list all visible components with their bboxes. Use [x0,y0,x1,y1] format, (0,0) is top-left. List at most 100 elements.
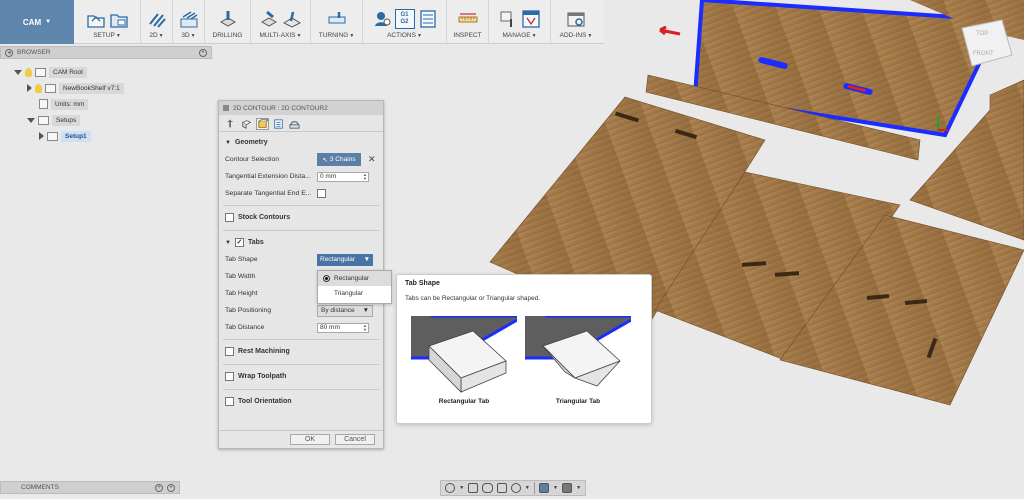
clear-selection-icon[interactable]: ✕ [368,154,376,165]
tangential-extension-input[interactable]: 0 mm ▲ ▼ [317,171,369,182]
geometry-heading: Geometry [234,139,268,146]
look-at-icon[interactable] [468,483,479,493]
pin-icon[interactable]: • [167,483,175,492]
cancel-button[interactable]: Cancel [335,434,375,445]
add-comment-icon[interactable]: + [155,483,163,492]
multi-axis-group[interactable]: MULTI-AXIS▼ [251,0,311,43]
radio-selected-icon [323,275,330,282]
spinner-icon[interactable]: ▲ ▼ [363,323,367,332]
2d-group[interactable]: 2D▼ [141,0,173,43]
viewcube-front: FRONT [973,51,994,57]
setups-folder-icon [38,115,49,125]
tab-distance-input[interactable]: 80 mm ▲ ▼ [317,322,369,333]
simulate-icon[interactable] [372,9,392,29]
tabs-section-header[interactable]: ▼ ✓ Tabs [219,234,383,251]
chevron-down-icon[interactable]: ▼ [553,485,558,491]
orbit-icon[interactable] [445,483,456,493]
tree-units[interactable]: Units: mm [39,97,89,111]
option-rectangular-label: Rectangular [334,275,370,282]
tree-setups[interactable]: Setups [27,113,81,127]
chevron-down-icon: ▼ [45,19,52,25]
passes-tab-icon[interactable] [272,118,285,130]
expand-icon[interactable] [39,132,44,140]
cam-root-label: CAM Root [49,66,87,78]
tab-positioning-dropdown[interactable]: By distance ▼ [317,304,373,317]
tab-shape-options: Rectangular Triangular [317,270,392,304]
drilling-label: DRILLING [212,32,243,39]
tangential-extension-row: Tangential Extension Dista... 0 mm ▲ ▼ [219,168,383,185]
rest-machining-checkbox[interactable] [225,347,234,356]
tab-positioning-row: Tab Positioning By distance ▼ [219,302,383,319]
pin-icon[interactable]: • [199,48,207,57]
heights-tab-icon[interactable] [256,118,269,130]
option-rectangular[interactable]: Rectangular [318,271,391,286]
expand-icon[interactable] [27,117,35,123]
2d-contour-icon[interactable] [147,9,167,29]
tool-orientation-section[interactable]: Tool Orientation [219,393,383,410]
pan-hand-icon[interactable] [482,483,493,493]
geometry-section-header[interactable]: ▼ Geometry [219,134,383,151]
tab-shape-dropdown[interactable]: Rectangular ▼ [317,253,373,266]
contour-selection-button[interactable]: ↖ 3 Chains [317,153,361,166]
setup-label: SETUP [93,32,115,39]
grid-settings-icon[interactable] [561,483,573,493]
tab-shape-value: Rectangular [320,256,356,263]
tangential-extension-value: 0 mm [320,173,337,180]
new-setup-icon[interactable] [86,9,106,29]
divider [533,482,535,494]
comments-panel-header[interactable]: COMMENTS + • [0,481,180,494]
drilling-group[interactable]: DRILLING [205,0,251,43]
chevron-down-icon[interactable]: ▼ [576,485,581,491]
tree-cam-root[interactable]: CAM Root [14,65,87,79]
turning-group[interactable]: TURNING▼ [311,0,363,43]
3d-adaptive-icon[interactable] [179,9,199,29]
tool-tab-icon[interactable] [224,118,237,130]
tree-setup1[interactable]: Setup1 [39,129,91,143]
tabs-checkbox[interactable]: ✓ [234,238,244,247]
3d-viewport[interactable]: TOP FRONT [390,0,1024,499]
turning-icon[interactable] [327,9,347,29]
browser-header[interactable]: ◂ BROWSER • [0,46,212,59]
setup-folder-icon[interactable] [109,9,129,29]
zoom-icon[interactable] [510,483,521,493]
contour-selection-label: Contour Selection [225,156,280,163]
tool-orientation-checkbox[interactable] [225,397,234,406]
stock-contours-section[interactable]: Stock Contours [219,209,383,226]
swarf-icon[interactable] [282,9,302,29]
visibility-bulb-icon[interactable] [35,83,42,93]
3d-group[interactable]: 3D▼ [173,0,205,43]
tooltip-title: Tab Shape [405,280,440,287]
dialog-title-bar[interactable]: 2D CONTOUR : 2D CONTOUR2 [219,101,383,115]
visibility-bulb-icon[interactable] [25,67,32,77]
wrap-toolpath-section[interactable]: Wrap Toolpath [219,368,383,385]
display-settings-icon[interactable] [538,483,549,493]
setup-group[interactable]: SETUP▼ [74,0,141,43]
stock-contours-label: Stock Contours [238,214,291,221]
option-triangular[interactable]: Triangular [318,286,391,301]
expand-icon[interactable] [14,69,22,75]
tree-model[interactable]: NewBookShelf v7:1 [27,81,124,95]
stock-contours-checkbox[interactable] [225,213,234,222]
workspace-switcher-button[interactable]: CAM ▼ [0,0,74,44]
ok-button[interactable]: OK [290,434,330,445]
bookshelf-parts-render: TOP FRONT [489,0,1024,406]
tab-distance-value: 80 mm [320,324,340,331]
linking-tab-icon[interactable] [288,118,301,130]
tab-height-label: Tab Height [225,290,258,297]
collapse-icon[interactable]: ◂ [5,48,13,57]
multi-axis-icon[interactable] [259,9,279,29]
divider [223,230,379,231]
wrap-toolpath-checkbox[interactable] [225,372,234,381]
setup1-label: Setup1 [61,130,91,142]
drill-icon[interactable] [218,9,238,29]
expand-icon[interactable] [27,84,32,92]
spinner-icon[interactable]: ▲ ▼ [363,172,367,181]
setup-icon [47,131,58,141]
chevron-down-icon[interactable]: ▼ [459,485,464,491]
zoom-window-icon[interactable] [496,483,507,493]
rest-machining-section[interactable]: Rest Machining [219,343,383,360]
chevron-down-icon[interactable]: ▼ [525,485,530,491]
separate-tangential-checkbox[interactable] [317,189,326,198]
geometry-tab-icon[interactable] [240,118,253,130]
tab-width-label: Tab Width [225,273,256,280]
